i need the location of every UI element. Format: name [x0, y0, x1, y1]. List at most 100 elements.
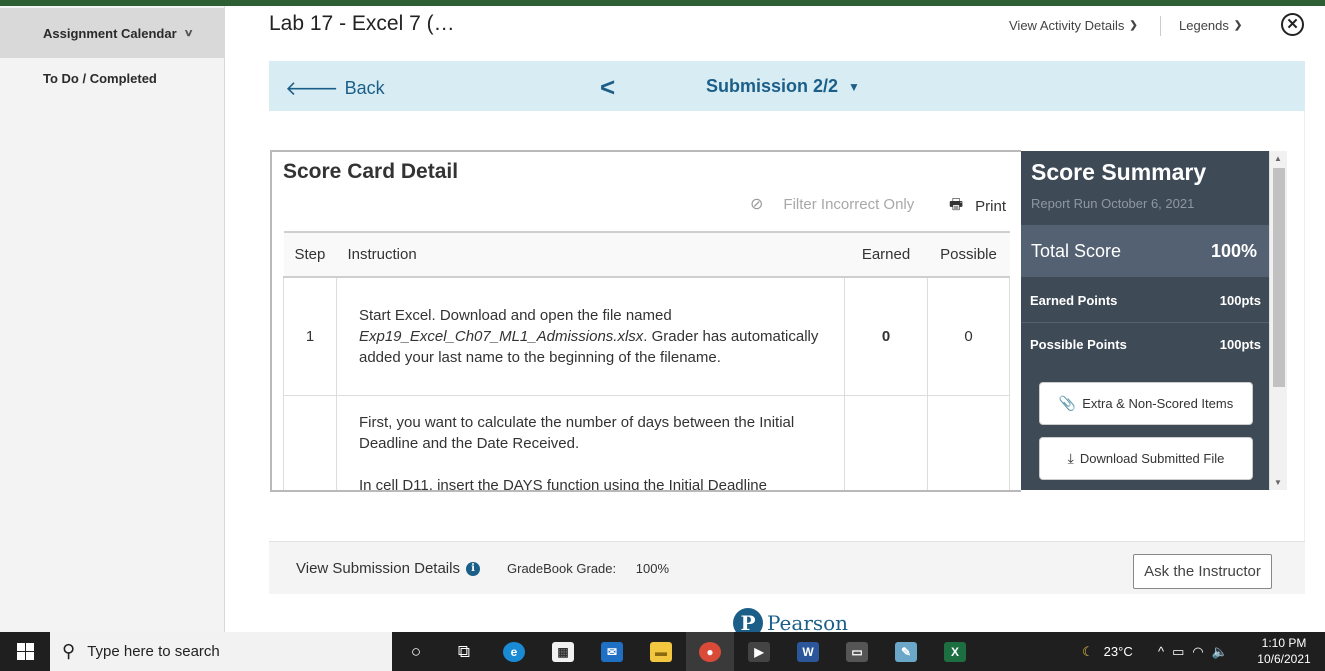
instruction-cell: First, you want to calculate the number …	[336, 395, 846, 492]
legends-dropdown[interactable]: Legends ❯	[1179, 18, 1242, 33]
view-activity-label: View Activity Details	[1009, 18, 1125, 33]
close-icon[interactable]: ✕	[1281, 13, 1304, 36]
table-row: 1 Start Excel. Download and open the fil…	[283, 277, 1011, 396]
filter-incorrect-toggle[interactable]: ⊘ Filter Incorrect Only	[750, 194, 914, 214]
header-divider	[1160, 16, 1161, 36]
step-cell: 2	[283, 395, 337, 490]
screen-recorder-icon[interactable]: ▭	[833, 632, 881, 671]
instruction-text: Start Excel. Download and open the file …	[358, 306, 672, 324]
printer-icon: 🖶	[949, 196, 964, 213]
word-icon[interactable]: W	[784, 632, 832, 671]
notepad-app-icon[interactable]: ✎	[882, 632, 930, 671]
weather-widget[interactable]: ☾ 23°C	[1082, 632, 1133, 671]
total-score-value: 100%	[1210, 241, 1257, 261]
microsoft-store-icon[interactable]: ▦	[539, 632, 587, 671]
task-view-icon[interactable]: ⧉	[440, 632, 488, 671]
earned-cell: 5	[844, 395, 928, 490]
windows-start-button[interactable]	[0, 632, 50, 671]
score-summary-title: Score Summary	[1031, 159, 1207, 185]
download-icon: ⤓	[1067, 450, 1074, 466]
extra-non-scored-items-button[interactable]: 📎 Extra & Non-Scored Items	[1039, 382, 1253, 425]
taskbar-search-box[interactable]: ⚲ Type here to search	[50, 632, 392, 671]
legends-label: Legends	[1179, 18, 1229, 33]
no-entry-icon: ⊘	[750, 196, 764, 213]
volume-icon[interactable]: 🔈	[1212, 644, 1228, 660]
gradebook-grade-label: GradeBook Grade:	[507, 561, 617, 576]
view-activity-details-dropdown[interactable]: View Activity Details ❯	[1009, 18, 1138, 33]
arrow-left-icon: 🡐	[285, 78, 339, 100]
sidebar-item-label: Assignment Calendar	[43, 25, 177, 41]
ask-the-instructor-button[interactable]: Ask the Instructor	[1133, 554, 1272, 589]
mail-icon[interactable]: ✉	[588, 632, 636, 671]
paperclip-icon: 📎	[1058, 395, 1077, 411]
download-submitted-file-button[interactable]: ⤓ Download Submitted File	[1039, 437, 1253, 480]
possible-cell: 5	[927, 395, 1011, 490]
windows-logo-icon	[16, 643, 34, 660]
system-tray-icons[interactable]: ^ ▭ ◠ 🔈	[1158, 632, 1228, 671]
wifi-icon[interactable]: ◠	[1192, 644, 1203, 660]
instruction-text: First, you want to calculate the number …	[358, 413, 795, 452]
windows-taskbar: ⚲ Type here to search ○ ⧉ e ▦ ✉ ▬ ● ▶ W …	[0, 632, 1325, 671]
sidebar-item-assignment-calendar[interactable]: Assignment Calendar ∨	[0, 8, 225, 58]
instruction-cell: Start Excel. Download and open the file …	[336, 277, 846, 396]
gradebook-grade: GradeBook Grade: 100%	[507, 561, 669, 576]
column-header-earned: Earned	[844, 231, 928, 278]
video-app-icon[interactable]: ▶	[735, 632, 783, 671]
submission-nav-bar: 🡐 Back < Submission 2/2 ▼	[269, 61, 1305, 111]
weather-moon-icon: ☾	[1082, 643, 1094, 659]
cortana-icon[interactable]: ○	[392, 632, 440, 671]
info-icon[interactable]: i	[465, 561, 480, 576]
earned-cell: 0	[844, 277, 928, 396]
edge-browser-icon[interactable]: e	[490, 632, 538, 671]
submission-label: Submission 2/2	[706, 76, 839, 96]
chevron-down-icon: ❯	[1233, 20, 1243, 31]
total-score-row: Total Score 100%	[1021, 225, 1269, 277]
chevron-down-icon: ❯	[1129, 20, 1138, 31]
chevron-down-icon: ∨	[183, 27, 194, 39]
back-link[interactable]: 🡐 Back	[285, 76, 385, 101]
clock-time: 1:10 PM	[1261, 636, 1307, 650]
earned-points-row: Earned Points 100pts	[1021, 279, 1269, 323]
view-submission-details-link[interactable]: View Submission Details i	[296, 560, 480, 577]
scroll-down-arrow-icon[interactable]: ▼	[1274, 478, 1282, 487]
download-file-label: Download Submitted File	[1079, 451, 1225, 466]
report-run-date: Report Run October 6, 2021	[1031, 196, 1195, 211]
score-card-detail: Score Card Detail ⊘ Filter Incorrect Onl…	[270, 150, 1021, 492]
instruction-filename: Exp19_Excel_Ch07_ML1_Admissions.xlsx	[358, 327, 644, 345]
possible-points-row: Possible Points 100pts	[1021, 323, 1269, 367]
submission-footer-bar: View Submission Details i GradeBook Grad…	[269, 541, 1305, 594]
earned-points-label: Earned Points	[1030, 293, 1118, 308]
battery-icon[interactable]: ▭	[1172, 644, 1184, 660]
chrome-browser-icon[interactable]: ●	[686, 632, 734, 671]
possible-points-label: Possible Points	[1030, 337, 1127, 352]
file-explorer-icon[interactable]: ▬	[637, 632, 685, 671]
view-submission-label: View Submission Details	[296, 560, 460, 577]
system-clock[interactable]: 1:10 PM 10/6/2021	[1252, 635, 1316, 667]
search-placeholder: Type here to search	[87, 643, 220, 660]
gradebook-grade-value: 100%	[635, 561, 669, 576]
search-icon: ⚲	[62, 641, 76, 661]
sidebar-item-todo-completed[interactable]: To Do / Completed	[0, 53, 225, 103]
total-score-label: Total Score	[1031, 241, 1122, 261]
step-cell: 1	[283, 277, 337, 396]
scrollbar-thumb[interactable]	[1273, 168, 1285, 387]
temperature-label: 23°C	[1103, 644, 1133, 659]
chevron-up-icon[interactable]: ^	[1158, 644, 1164, 659]
excel-icon[interactable]: X	[931, 632, 979, 671]
instruction-text: In cell D11, insert the DAYS function us…	[358, 476, 767, 492]
sidebar: Assignment Calendar ∨ To Do / Completed	[0, 6, 225, 632]
extra-items-label: Extra & Non-Scored Items	[1082, 396, 1234, 411]
filter-label: Filter Incorrect Only	[783, 195, 915, 213]
clock-date: 10/6/2021	[1257, 652, 1311, 666]
print-button[interactable]: 🖶 Print	[949, 194, 1006, 219]
back-label: Back	[344, 78, 385, 98]
score-card-title: Score Card Detail	[283, 160, 459, 183]
scroll-up-arrow-icon[interactable]: ▲	[1274, 154, 1282, 163]
column-header-possible: Possible	[927, 231, 1010, 278]
earned-points-value: 100pts	[1219, 293, 1261, 308]
submission-selector[interactable]: Submission 2/2 ▼	[706, 76, 860, 97]
column-header-instruction: Instruction	[336, 231, 845, 278]
panel-scrollbar[interactable]: ▲ ▼	[1269, 151, 1287, 490]
previous-submission-chevron-icon[interactable]: <	[600, 72, 615, 103]
score-table: Step Instruction Earned Possible 1 Start…	[283, 231, 1011, 492]
